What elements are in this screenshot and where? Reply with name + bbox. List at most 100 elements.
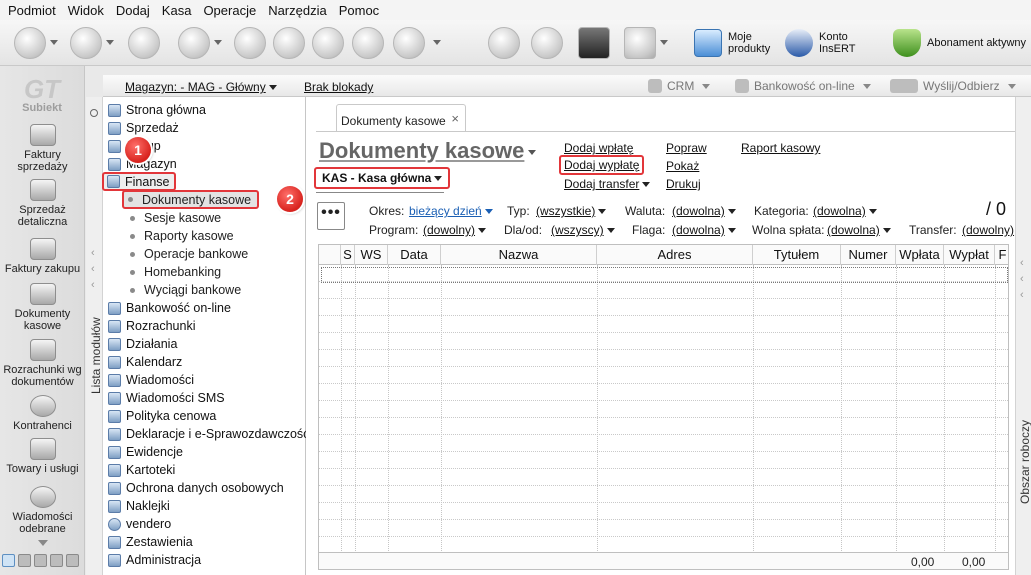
chevron-down-icon[interactable] [433, 40, 441, 45]
submodule-homebanking[interactable]: Homebanking [130, 263, 221, 281]
submodule-operacje-bankowe[interactable]: Operacje bankowe [130, 245, 248, 263]
menu-kasa[interactable]: Kasa [162, 3, 192, 18]
column-header-wplata[interactable]: Wpłata [896, 245, 944, 265]
module-wiadomosci[interactable]: Wiadomości [108, 371, 194, 389]
chevron-down-icon[interactable] [660, 40, 668, 45]
moje-produkty-button[interactable]: Moje produkty [694, 26, 770, 60]
submodule-raporty-kasowe[interactable]: Raporty kasowe [130, 227, 234, 245]
more-options-button[interactable]: ••• [317, 202, 345, 230]
menu-widok[interactable]: Widok [68, 3, 104, 18]
workspace-panel-tab[interactable]: ‹ ‹ ‹ Obszar roboczy [1015, 97, 1031, 575]
module-sprzedaz[interactable]: Sprzedaż [108, 119, 179, 137]
transfer-filter[interactable]: (dowolny) [962, 223, 1014, 237]
cube-icon[interactable] [578, 27, 610, 59]
module-finanse[interactable]: Finanse [102, 172, 177, 191]
dlaod-filter[interactable]: (wszyscy) [551, 223, 615, 237]
arrow-icon[interactable] [66, 554, 79, 567]
module-dzialania[interactable]: Działania [108, 335, 177, 353]
table-row[interactable] [319, 469, 1008, 486]
kasa-selector[interactable]: KAS - Kasa główna [314, 167, 451, 189]
menu-pomoc[interactable]: Pomoc [339, 3, 379, 18]
coins-icon[interactable] [18, 554, 31, 567]
documents-table[interactable]: S WS Data Nazwa Adres Tytułem Numer Wpła… [318, 244, 1009, 570]
receive-icon[interactable] [70, 27, 102, 59]
copy-icon[interactable] [312, 27, 344, 59]
table-row[interactable] [319, 384, 1008, 401]
module-deklaracje[interactable]: Deklaracje i e-Sprawozdawczość [108, 425, 309, 443]
view-icon[interactable] [2, 554, 15, 567]
help-icon[interactable] [393, 27, 425, 59]
table-row[interactable] [319, 282, 1008, 299]
table-row[interactable] [319, 350, 1008, 367]
chevron-down-icon[interactable] [38, 540, 48, 546]
raport-kasowy-link[interactable]: Raport kasowy [741, 141, 820, 155]
server-icon[interactable] [624, 27, 656, 59]
pokaz-link[interactable]: Pokaż [666, 159, 699, 173]
chevron-down-icon[interactable] [50, 40, 58, 45]
register-icon[interactable] [34, 554, 47, 567]
column-header-nazwa[interactable]: Nazwa [441, 245, 597, 265]
nav-towary-uslugi[interactable]: Towary i usługi [0, 438, 85, 475]
nav-faktury-zakupu[interactable]: Faktury zakupu [0, 238, 85, 275]
popraw-link[interactable]: Popraw [666, 141, 707, 155]
stack-icon[interactable] [50, 554, 63, 567]
table-row[interactable] [319, 486, 1008, 503]
menu-podmiot[interactable]: Podmiot [8, 3, 56, 18]
table-row[interactable] [319, 520, 1008, 537]
table-row[interactable] [319, 418, 1008, 435]
column-header-data[interactable]: Data [388, 245, 441, 265]
menu-operacje[interactable]: Operacje [203, 3, 256, 18]
module-zestawienia[interactable]: Zestawienia [108, 533, 193, 551]
okres-filter[interactable]: bieżący dzień [409, 204, 493, 218]
link-icon[interactable] [273, 27, 305, 59]
menu-narzedzia[interactable]: Narzędzia [268, 3, 327, 18]
waluta-filter[interactable]: (dowolna) [672, 204, 736, 218]
dodaj-transfer-link[interactable]: Dodaj transfer [564, 177, 651, 191]
column-header-s[interactable]: S [341, 245, 355, 265]
table-row[interactable] [319, 367, 1008, 384]
module-kartoteki[interactable]: Kartoteki [108, 461, 175, 479]
flaga-filter[interactable]: (dowolna) [672, 223, 736, 237]
loading-icon[interactable] [488, 27, 520, 59]
menu-dodaj[interactable]: Dodaj [116, 3, 150, 18]
stamp-icon[interactable] [128, 27, 160, 59]
nav-sprzedaz-detaliczna[interactable]: Sprzedaż detaliczna [0, 179, 85, 228]
module-kalendarz[interactable]: Kalendarz [108, 353, 182, 371]
column-header-ws[interactable]: WS [355, 245, 388, 265]
typ-filter[interactable]: (wszystkie) [536, 204, 607, 218]
page-title[interactable]: Dokumenty kasowe [319, 138, 537, 164]
konto-insert-button[interactable]: Konto InsERT [785, 26, 855, 60]
column-header-numer[interactable]: Numer [841, 245, 896, 265]
crm-button[interactable]: CRM [648, 79, 711, 93]
pin-icon[interactable] [90, 109, 98, 117]
eraser-icon[interactable] [178, 27, 210, 59]
nav-faktury-sprzedazy[interactable]: Faktury sprzedaży [0, 124, 85, 173]
table-row[interactable] [319, 503, 1008, 520]
abonament-button[interactable]: Abonament aktywny [893, 26, 1026, 60]
nav-rozrachunki[interactable]: Rozrachunki wg dokumentów [0, 339, 85, 388]
module-bankowosc-online[interactable]: Bankowość on-line [108, 299, 231, 317]
nav-kontrahenci[interactable]: Kontrahenci [0, 395, 85, 432]
wyslij-odbierz-button[interactable]: Wyślij/Odbierz [890, 79, 1016, 93]
module-list-tab[interactable]: ‹ ‹ ‹ Lista modułów [86, 97, 103, 575]
brush-icon[interactable] [234, 27, 266, 59]
module-strona-glowna[interactable]: Strona główna [108, 101, 206, 119]
chevron-down-icon[interactable] [214, 40, 222, 45]
selected-row-focus[interactable] [321, 267, 1008, 283]
table-row[interactable] [319, 299, 1008, 316]
table-row[interactable] [319, 452, 1008, 469]
brak-blokady-link[interactable]: Brak blokady [304, 80, 373, 94]
column-header-f[interactable]: F [995, 245, 1008, 265]
chevron-down-icon[interactable] [106, 40, 114, 45]
module-ochrona-danych[interactable]: Ochrona danych osobowych [108, 479, 284, 497]
submodule-sesje-kasowe[interactable]: Sesje kasowe [130, 209, 221, 227]
bankowosc-button[interactable]: Bankowość on-line [735, 79, 871, 93]
module-naklejki[interactable]: Naklejki [108, 497, 170, 515]
module-polityka-cenowa[interactable]: Polityka cenowa [108, 407, 216, 425]
nav-wiadomosci-odebrane[interactable]: Wiadomości odebrane [0, 486, 85, 535]
column-header-adres[interactable]: Adres [597, 245, 753, 265]
module-wiadomosci-sms[interactable]: Wiadomości SMS [108, 389, 225, 407]
globe-icon[interactable] [531, 27, 563, 59]
column-header-tytulem[interactable]: Tytułem [753, 245, 841, 265]
program-filter[interactable]: (dowolny) [423, 223, 487, 237]
